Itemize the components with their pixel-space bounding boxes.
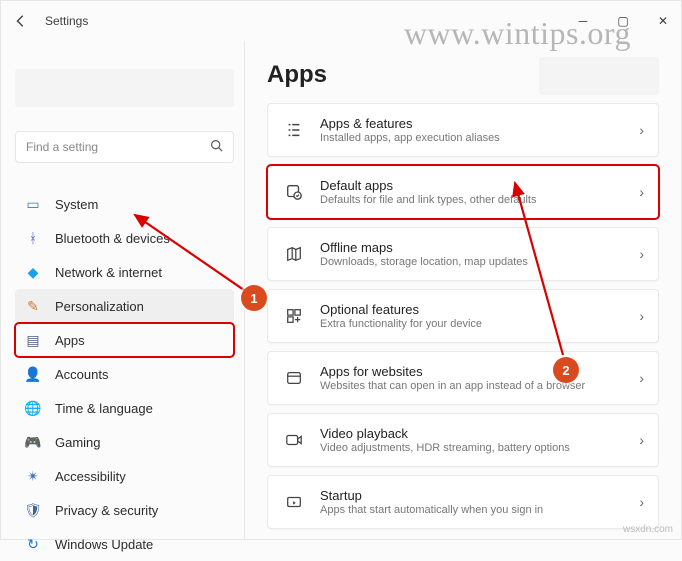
sidebar-item-label: Gaming (55, 435, 101, 450)
sidebar-item-accounts[interactable]: 👤 Accounts (15, 357, 234, 391)
sidebar-item-label: Privacy & security (55, 503, 158, 518)
card-default-apps[interactable]: Default appsDefaults for file and link t… (267, 165, 659, 219)
sidebar-item-privacy[interactable]: 🛡 Privacy & security (15, 493, 234, 527)
display-icon: ▭ (23, 194, 43, 214)
video-icon (282, 428, 306, 452)
brush-icon: ✎ (23, 296, 43, 316)
apps-icon: ▤ (23, 330, 43, 350)
search-box[interactable] (15, 131, 234, 163)
sidebar-item-label: Windows Update (55, 537, 153, 552)
card-title: Video playback (320, 426, 639, 441)
default-apps-icon (282, 180, 306, 204)
card-offline-maps[interactable]: Offline mapsDownloads, storage location,… (267, 227, 659, 281)
watermark-bottom: wsxdn.com (623, 524, 673, 535)
person-icon: 👤 (23, 364, 43, 384)
sidebar-item-label: Bluetooth & devices (55, 231, 170, 246)
shield-icon: 🛡 (23, 500, 43, 520)
sidebar-item-accessibility[interactable]: ✴ Accessibility (15, 459, 234, 493)
card-subtitle: Defaults for file and link types, other … (320, 194, 639, 206)
minimize-button[interactable]: ─ (575, 14, 591, 28)
map-icon (282, 242, 306, 266)
card-video-playback[interactable]: Video playbackVideo adjustments, HDR str… (267, 413, 659, 467)
card-title: Optional features (320, 302, 639, 317)
card-apps-for-websites[interactable]: Apps for websitesWebsites that can open … (267, 351, 659, 405)
sidebar-item-update[interactable]: ↻ Windows Update (15, 527, 234, 561)
bluetooth-icon: ᚼ (23, 228, 43, 248)
update-icon: ↻ (23, 534, 43, 554)
sidebar-item-personalization[interactable]: ✎ Personalization (15, 289, 234, 323)
sidebar-item-label: Network & internet (55, 265, 162, 280)
chevron-right-icon: › (639, 308, 644, 324)
account-placeholder (15, 69, 234, 107)
features-icon (282, 304, 306, 328)
card-title: Default apps (320, 178, 639, 193)
main-content: Apps Apps & featuresInstalled apps, app … (245, 41, 681, 539)
card-title: Apps & features (320, 116, 639, 131)
sidebar: ▭ System ᚼ Bluetooth & devices ◆ Network & … (1, 41, 245, 539)
card-optional-features[interactable]: Optional featuresExtra functionality for… (267, 289, 659, 343)
gamepad-icon: 🎮 (23, 432, 43, 452)
card-startup[interactable]: StartupApps that start automatically whe… (267, 475, 659, 529)
window-title: Settings (45, 14, 88, 28)
search-input[interactable] (26, 140, 210, 154)
nav-list: ▭ System ᚼ Bluetooth & devices ◆ Network & … (15, 187, 234, 561)
sidebar-item-label: Accessibility (55, 469, 126, 484)
maximize-button[interactable]: ▢ (615, 14, 631, 28)
sidebar-item-system[interactable]: ▭ System (15, 187, 234, 221)
chevron-right-icon: › (639, 184, 644, 200)
arrow-left-icon (14, 14, 28, 28)
card-subtitle: Apps that start automatically when you s… (320, 504, 639, 516)
card-subtitle: Websites that can open in an app instead… (320, 380, 639, 392)
chevron-right-icon: › (639, 432, 644, 448)
card-subtitle: Downloads, storage location, map updates (320, 256, 639, 268)
close-button[interactable]: ✕ (655, 14, 671, 28)
list-icon (282, 118, 306, 142)
card-title: Startup (320, 488, 639, 503)
wifi-icon: ◆ (23, 262, 43, 282)
startup-icon (282, 490, 306, 514)
sidebar-item-bluetooth[interactable]: ᚼ Bluetooth & devices (15, 221, 234, 255)
search-icon (210, 139, 223, 155)
title-bar: Settings ─ ▢ ✕ (1, 1, 681, 41)
accessibility-icon: ✴ (23, 466, 43, 486)
sidebar-item-gaming[interactable]: 🎮 Gaming (15, 425, 234, 459)
sidebar-item-network[interactable]: ◆ Network & internet (15, 255, 234, 289)
chevron-right-icon: › (639, 246, 644, 262)
card-apps-features[interactable]: Apps & featuresInstalled apps, app execu… (267, 103, 659, 157)
header-placeholder (539, 57, 659, 95)
card-subtitle: Installed apps, app execution aliases (320, 132, 639, 144)
sidebar-item-time[interactable]: 🌐 Time & language (15, 391, 234, 425)
window-controls: ─ ▢ ✕ (575, 14, 671, 28)
annotation-step-2: 2 (553, 357, 579, 383)
chevron-right-icon: › (639, 494, 644, 510)
sidebar-item-label: Time & language (55, 401, 153, 416)
card-title: Offline maps (320, 240, 639, 255)
card-title: Apps for websites (320, 364, 639, 379)
chevron-right-icon: › (639, 122, 644, 138)
sidebar-item-label: System (55, 197, 98, 212)
sidebar-item-label: Apps (55, 333, 85, 348)
card-subtitle: Extra functionality for your device (320, 318, 639, 330)
sidebar-item-apps[interactable]: ▤ Apps (15, 323, 234, 357)
card-subtitle: Video adjustments, HDR streaming, batter… (320, 442, 639, 454)
annotation-step-1: 1 (241, 285, 267, 311)
sidebar-item-label: Personalization (55, 299, 144, 314)
back-button[interactable] (11, 11, 31, 31)
globe-icon: 🌐 (23, 398, 43, 418)
sidebar-item-label: Accounts (55, 367, 108, 382)
link-icon (282, 366, 306, 390)
chevron-right-icon: › (639, 370, 644, 386)
